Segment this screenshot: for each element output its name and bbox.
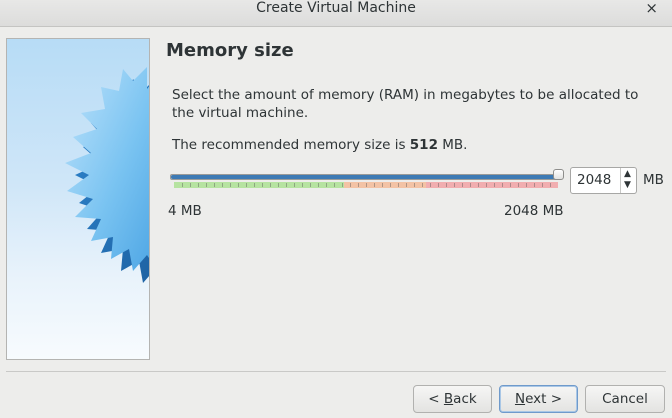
back-mnemonic: B [443, 391, 454, 407]
scale-tick [406, 183, 407, 187]
scale-tick [350, 183, 351, 187]
back-button[interactable]: < Back [413, 385, 492, 413]
recommended-memory-text: The recommended memory size is 512 MB. [172, 136, 467, 154]
memory-unit-label: MB [643, 172, 664, 188]
recommend-prefix: The recommended memory size is [172, 137, 410, 153]
button-divider [6, 371, 666, 372]
scale-tick [286, 183, 287, 187]
scale-tick [222, 183, 223, 187]
starburst-icon [65, 67, 149, 283]
wizard-side-image [6, 38, 150, 360]
scale-tick [470, 183, 471, 187]
scale-tick [230, 183, 231, 187]
scale-tick [238, 183, 239, 187]
scale-tick [302, 183, 303, 187]
spin-up-icon[interactable]: ▲ [624, 170, 631, 179]
scale-tick [502, 183, 503, 187]
slider-handle[interactable] [553, 169, 564, 180]
slider-max-label: 2048 MB [504, 203, 564, 219]
close-icon[interactable]: × [645, 0, 658, 16]
scale-tick [366, 183, 367, 187]
scale-tick [510, 183, 511, 187]
cancel-button[interactable]: Cancel [585, 385, 665, 413]
slider-track[interactable] [170, 174, 560, 180]
recommend-suffix: MB. [437, 137, 468, 153]
scale-tick [198, 183, 199, 187]
window-title: Create Virtual Machine [256, 0, 416, 16]
scale-tick [486, 183, 487, 187]
scale-tick [550, 183, 551, 187]
scale-tick [374, 183, 375, 187]
next-button[interactable]: Next > [499, 385, 578, 413]
slider-min-label: 4 MB [168, 203, 202, 219]
scale-tick [254, 183, 255, 187]
scale-tick [262, 183, 263, 187]
scale-tick [542, 183, 543, 187]
scale-tick [430, 183, 431, 187]
scale-tick [478, 183, 479, 187]
scale-tick [446, 183, 447, 187]
spin-down-icon[interactable]: ▼ [624, 181, 631, 190]
memory-size-value[interactable]: 2048 [577, 172, 611, 189]
scale-tick [454, 183, 455, 187]
back-rest: ack [453, 391, 477, 407]
spin-buttons: ▲ ▼ [620, 168, 636, 193]
scale-tick [382, 183, 383, 187]
scale-tick [318, 183, 319, 187]
scale-tick [494, 183, 495, 187]
scale-tick [270, 183, 271, 187]
scale-tick [518, 183, 519, 187]
scale-tick [526, 183, 527, 187]
scale-tick [326, 183, 327, 187]
back-prefix: < [428, 391, 444, 407]
next-rest: ext > [525, 391, 563, 407]
memory-description: Select the amount of memory (RAM) in meg… [172, 87, 639, 121]
scale-tick [190, 183, 191, 187]
scale-tick [358, 183, 359, 187]
scale-tick [414, 183, 415, 187]
scale-tick [342, 183, 343, 187]
scale-tick [214, 183, 215, 187]
scale-tick [462, 183, 463, 187]
scale-tick [278, 183, 279, 187]
scale-tick [294, 183, 295, 187]
scale-tick [334, 183, 335, 187]
memory-slider[interactable] [170, 168, 564, 192]
scale-tick [398, 183, 399, 187]
recommended-memory-value: 512 [409, 137, 438, 153]
next-mnemonic: N [514, 391, 526, 407]
title-bar: Create Virtual Machine × [0, 0, 672, 27]
scale-tick [310, 183, 311, 187]
scale-tick [182, 183, 183, 187]
scale-ticks [174, 183, 558, 188]
scale-tick [534, 183, 535, 187]
memory-size-spinbox[interactable]: 2048 ▲ ▼ [570, 167, 637, 194]
scale-tick [206, 183, 207, 187]
scale-tick [246, 183, 247, 187]
scale-tick [390, 183, 391, 187]
scale-tick [422, 183, 423, 187]
slider-fill [171, 175, 559, 179]
scale-tick [438, 183, 439, 187]
page-heading: Memory size [166, 40, 294, 61]
